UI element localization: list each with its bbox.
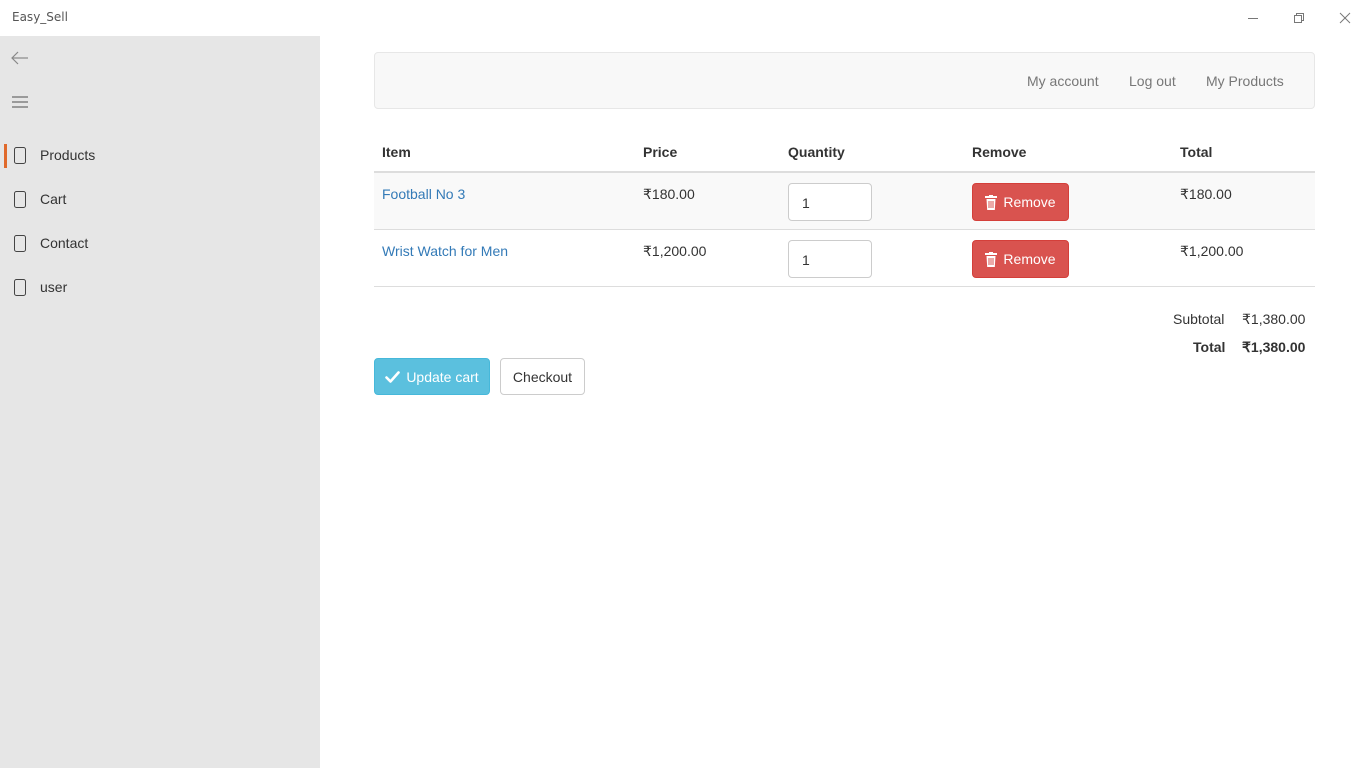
sidebar-item-products[interactable]: Products	[0, 134, 320, 178]
header-item: Item	[382, 144, 411, 160]
close-button[interactable]	[1322, 6, 1366, 30]
subtotal-label: Subtotal	[1173, 311, 1225, 327]
back-arrow-icon	[11, 51, 28, 65]
main-content: My account Log out My Products Item Pric…	[320, 36, 1366, 768]
header-quantity: Quantity	[788, 144, 845, 160]
page-icon	[13, 278, 27, 297]
minimize-icon	[1248, 18, 1258, 19]
quantity-input[interactable]: 1	[788, 240, 872, 278]
subtotal-value: ₹1,380.00	[1242, 311, 1306, 327]
sidebar: Products Cart Contact user	[0, 36, 320, 768]
item-price: ₹180.00	[643, 186, 695, 202]
table-row: Wrist Watch for Men ₹1,200.00 1 Remove ₹…	[374, 230, 1315, 287]
page-icon	[13, 146, 27, 165]
item-total: ₹180.00	[1180, 186, 1232, 202]
restore-button[interactable]	[1276, 6, 1322, 30]
sidebar-item-label: Contact	[40, 235, 89, 251]
minimize-button[interactable]	[1230, 6, 1276, 30]
update-cart-button[interactable]: Update cart	[374, 358, 490, 395]
header-total: Total	[1180, 144, 1213, 160]
restore-icon	[1294, 13, 1304, 23]
app-title: Easy_Sell	[12, 10, 68, 24]
header-remove: Remove	[972, 144, 1027, 160]
trash-icon	[985, 194, 998, 210]
back-button[interactable]	[8, 46, 32, 70]
top-navbar: My account Log out My Products	[374, 52, 1315, 109]
checkout-label: Checkout	[512, 368, 573, 385]
my-account-link[interactable]: My account	[1027, 73, 1099, 89]
total-value: ₹1,380.00	[1242, 339, 1306, 355]
page-icon	[13, 234, 27, 253]
header-price: Price	[643, 144, 678, 160]
checkout-button[interactable]: Checkout	[500, 358, 585, 395]
item-total: ₹1,200.00	[1180, 243, 1244, 259]
remove-button[interactable]: Remove	[972, 240, 1069, 278]
trash-icon	[985, 251, 998, 267]
table-header: Item Price Quantity Remove Total	[374, 136, 1315, 173]
item-link[interactable]: Wrist Watch for Men	[382, 243, 508, 259]
sidebar-item-label: Cart	[40, 191, 67, 207]
my-products-link[interactable]: My Products	[1206, 73, 1284, 89]
total-label: Total	[1193, 339, 1226, 355]
page-icon	[13, 190, 27, 209]
menu-button[interactable]	[8, 90, 32, 114]
remove-label: Remove	[1003, 251, 1056, 267]
title-bar: Easy_Sell	[0, 0, 1366, 36]
quantity-input[interactable]: 1	[788, 183, 872, 221]
sidebar-item-label: user	[40, 279, 68, 295]
update-cart-label: Update cart	[406, 368, 479, 385]
close-icon	[1339, 12, 1351, 24]
sidebar-item-user[interactable]: user	[0, 266, 320, 310]
log-out-link[interactable]: Log out	[1129, 73, 1176, 89]
sidebar-item-label: Products	[40, 147, 96, 163]
table-row: Football No 3 ₹180.00 1 Remove ₹180.00	[374, 173, 1315, 230]
checkmark-icon	[385, 370, 401, 383]
remove-button[interactable]: Remove	[972, 183, 1069, 221]
sidebar-item-contact[interactable]: Contact	[0, 222, 320, 266]
sidebar-item-cart[interactable]: Cart	[0, 178, 320, 222]
selected-indicator	[4, 144, 7, 168]
remove-label: Remove	[1003, 194, 1056, 210]
item-price: ₹1,200.00	[643, 243, 707, 259]
item-link[interactable]: Football No 3	[382, 186, 465, 202]
hamburger-icon	[12, 96, 28, 108]
